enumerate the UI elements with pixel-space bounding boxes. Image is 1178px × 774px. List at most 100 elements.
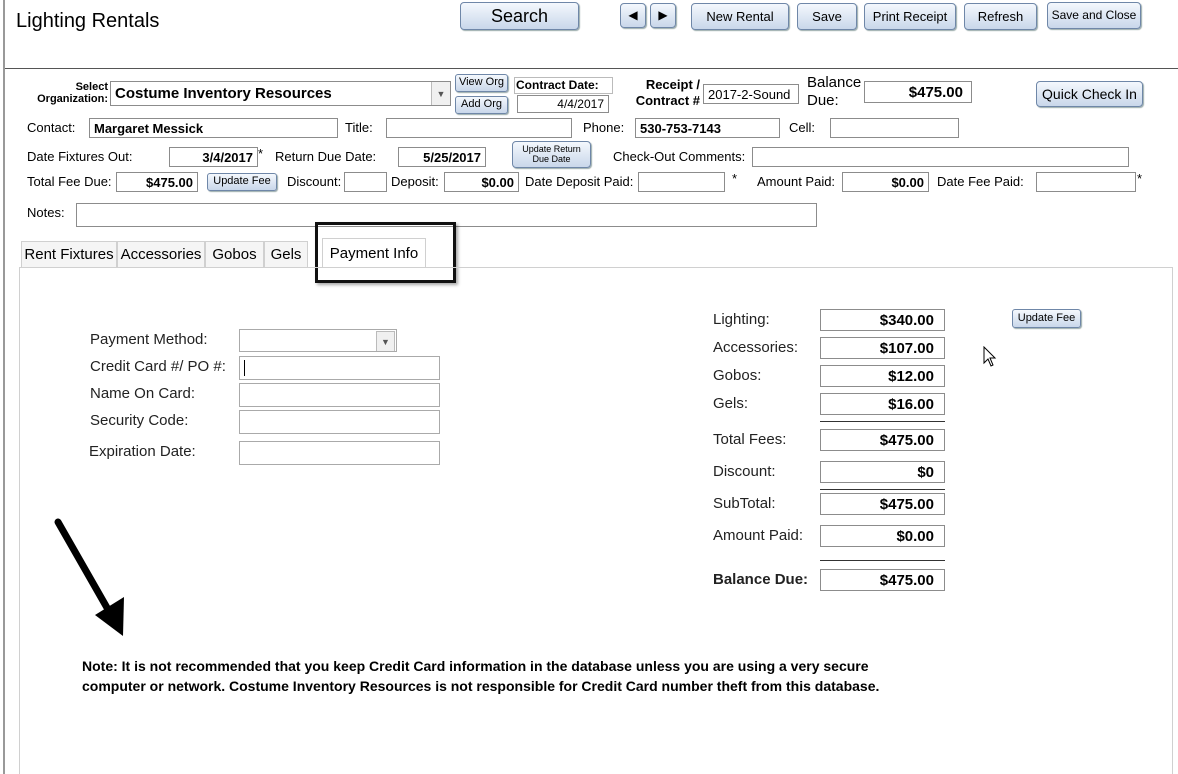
- name-on-card-field[interactable]: [239, 383, 440, 407]
- amount-paid-header-value: $0.00: [891, 174, 924, 190]
- arrow-left-icon: ◀: [628, 8, 638, 23]
- fees-separator-1: [820, 421, 945, 422]
- amount-paid-header-label: Amount Paid:: [757, 174, 836, 189]
- amount-paid-field: $0.00: [820, 525, 945, 547]
- discount-fee-label: Discount:: [713, 463, 776, 480]
- total-fees-label: Total Fees:: [713, 431, 787, 448]
- receipt-field[interactable]: 2017-2-Sound: [703, 84, 799, 104]
- text-caret: [244, 360, 245, 376]
- date-fee-field[interactable]: [1036, 172, 1136, 192]
- security-code-field[interactable]: [239, 410, 440, 434]
- return-due-field[interactable]: 5/25/2017: [398, 147, 486, 167]
- tab-gels[interactable]: Gels: [264, 241, 308, 267]
- add-org-button[interactable]: Add Org: [455, 96, 508, 114]
- deposit-value: $0.00: [481, 174, 514, 190]
- credit-card-warning-line-1: Note: It is not recommended that you kee…: [82, 658, 869, 674]
- tab-rent-fixtures[interactable]: Rent Fixtures: [21, 241, 117, 267]
- update-fee-header-button[interactable]: Update Fee: [207, 173, 277, 191]
- total-fee-label: Total Fee Due:: [27, 174, 112, 189]
- print-receipt-button[interactable]: Print Receipt: [864, 3, 956, 30]
- contact-value: Margaret Messick: [94, 120, 204, 136]
- organization-value: Costume Inventory Resources: [115, 85, 332, 102]
- phone-label: Phone:: [583, 120, 625, 135]
- phone-field[interactable]: 530-753-7143: [635, 118, 780, 138]
- chevron-down-icon[interactable]: ▼: [376, 331, 395, 351]
- balance-due-field: $475.00: [820, 569, 945, 591]
- return-due-label: Return Due Date:: [275, 149, 377, 164]
- contract-date-label: Contract Date:: [514, 77, 613, 94]
- total-fees-field: $475.00: [820, 429, 945, 451]
- total-fee-value: $475.00: [146, 174, 193, 190]
- checkout-comments-field[interactable]: [752, 147, 1129, 167]
- organization-select[interactable]: Costume Inventory Resources ▼: [110, 81, 451, 106]
- contract-date-value: 4/4/2017: [557, 97, 604, 111]
- balance-due-label: Balance Due:: [713, 571, 809, 588]
- subtotal-field: $475.00: [820, 493, 945, 515]
- notes-label: Notes:: [27, 205, 65, 220]
- search-button[interactable]: Search: [460, 2, 579, 30]
- view-org-button[interactable]: View Org: [455, 74, 508, 92]
- balance-due-header-value: $475.00: [908, 83, 963, 101]
- arrow-right-icon: ▶: [658, 8, 668, 23]
- checkout-comments-label: Check-Out Comments:: [613, 149, 746, 164]
- payment-method-select[interactable]: ▼: [239, 329, 397, 352]
- date-deposit-required-mark: *: [732, 171, 738, 186]
- date-deposit-label: Date Deposit Paid:: [525, 174, 634, 189]
- contact-field[interactable]: Margaret Messick: [89, 118, 338, 138]
- date-out-required-mark: *: [258, 146, 264, 161]
- fees-separator-3: [820, 560, 945, 561]
- card-number-label: Credit Card #/ PO #:: [90, 358, 226, 375]
- header-divider: [5, 68, 1178, 69]
- amount-paid-header-field[interactable]: $0.00: [842, 172, 929, 192]
- chevron-down-icon[interactable]: ▼: [431, 82, 450, 105]
- accessories-fee-label: Accessories:: [713, 339, 799, 356]
- date-deposit-field[interactable]: [638, 172, 725, 192]
- tab-accessories[interactable]: Accessories: [117, 241, 205, 267]
- date-out-field[interactable]: 3/4/2017: [169, 147, 258, 167]
- discount-label: Discount:: [287, 174, 342, 189]
- gels-fee-label: Gels:: [713, 395, 749, 412]
- deposit-field[interactable]: $0.00: [444, 172, 519, 192]
- lighting-fee-field: $340.00: [820, 309, 945, 331]
- accessories-fee-field: $107.00: [820, 337, 945, 359]
- date-out-label: Date Fixtures Out:: [27, 149, 133, 164]
- update-fee-button[interactable]: Update Fee: [1012, 309, 1081, 328]
- name-on-card-label: Name On Card:: [90, 385, 196, 402]
- gobos-fee-field: $12.00: [820, 365, 945, 387]
- payment-method-label: Payment Method:: [90, 331, 208, 348]
- date-out-value: 3/4/2017: [202, 149, 253, 165]
- quick-check-in-button[interactable]: Quick Check In: [1036, 81, 1143, 107]
- expiration-date-field[interactable]: [239, 441, 440, 465]
- cell-label: Cell:: [789, 120, 816, 135]
- contract-date-field[interactable]: 4/4/2017: [517, 95, 609, 113]
- save-and-close-button[interactable]: Save and Close: [1047, 2, 1141, 29]
- new-rental-button[interactable]: New Rental: [691, 3, 789, 30]
- refresh-button[interactable]: Refresh: [964, 3, 1037, 30]
- lighting-fee-label: Lighting:: [713, 311, 770, 328]
- previous-record-button[interactable]: ◀: [620, 3, 646, 28]
- deposit-label: Deposit:: [391, 174, 439, 189]
- total-fee-field: $475.00: [116, 172, 198, 192]
- window-left-border: [3, 0, 5, 774]
- phone-value: 530-753-7143: [640, 120, 721, 136]
- contact-label: Contact:: [27, 120, 76, 135]
- balance-due-header-label: Balance Due:: [807, 74, 862, 109]
- update-return-due-button[interactable]: Update Return Due Date: [512, 141, 591, 168]
- security-code-label: Security Code:: [90, 412, 189, 429]
- save-button[interactable]: Save: [797, 3, 857, 30]
- card-number-field[interactable]: [239, 356, 440, 380]
- title-field[interactable]: [386, 118, 572, 138]
- return-due-value: 5/25/2017: [423, 149, 481, 165]
- fees-separator-2: [820, 489, 945, 490]
- select-org-label: Select Organization:: [37, 81, 108, 105]
- balance-due-header-field: $475.00: [864, 81, 972, 103]
- discount-field[interactable]: [344, 172, 387, 192]
- annotation-arrow-icon: [54, 518, 124, 636]
- mouse-pointer-icon: [983, 346, 997, 367]
- expiration-date-label: Expiration Date:: [89, 443, 196, 460]
- cell-field[interactable]: [830, 118, 959, 138]
- title-label: Title:: [345, 120, 373, 135]
- tab-gobos[interactable]: Gobos: [205, 241, 264, 267]
- next-record-button[interactable]: ▶: [650, 3, 676, 28]
- date-fee-required-mark: *: [1137, 171, 1143, 186]
